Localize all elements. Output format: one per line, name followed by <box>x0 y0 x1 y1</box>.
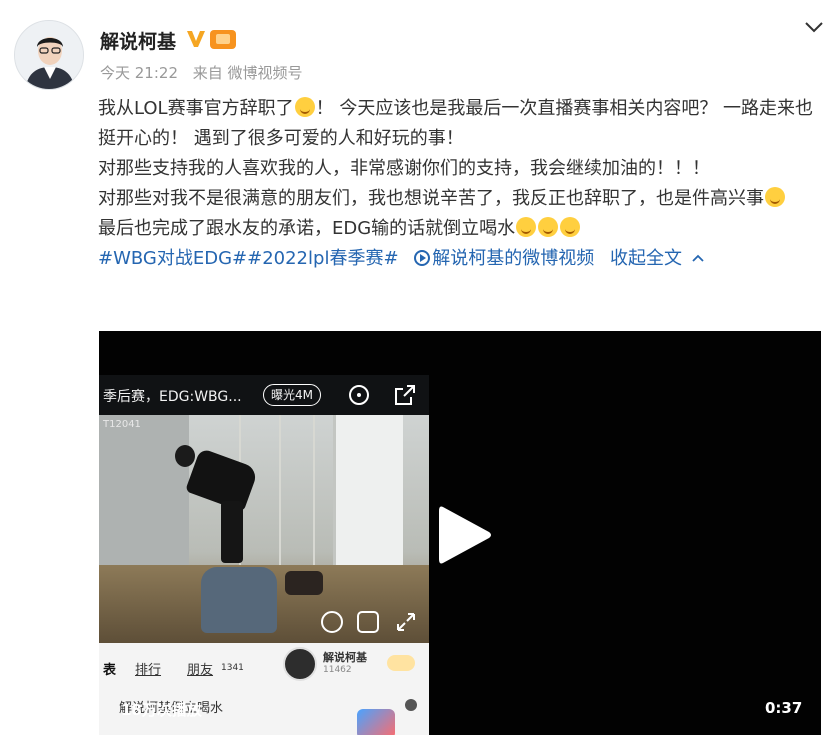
post-line-3: 对那些对我不是很满意的朋友们，我也想说辛苦了，我反正也辞职了，也是件高兴事 <box>98 184 820 214</box>
hashtag-link[interactable]: #WBG对战EDG##2022lpl春季赛# <box>98 248 399 269</box>
video-source-link[interactable]: 解说柯基的微博视频 <box>414 248 594 269</box>
author-avatar[interactable] <box>14 20 84 90</box>
emoji-tears-icon <box>560 217 581 237</box>
target-icon <box>349 385 369 405</box>
post-meta: 今天 21:22 来自 微博视频号 <box>100 62 313 83</box>
post-source[interactable]: 来自 微博视频号 <box>193 64 303 82</box>
gift-icon <box>357 709 395 735</box>
comment-bubble-icon <box>321 611 343 633</box>
video-player[interactable]: 季后赛，EDG:WBG... 曝光4M T12041 表 排行 朋友 1341 … <box>99 331 821 735</box>
inner-tab: 表 <box>103 663 117 678</box>
wall-panel <box>313 415 315 575</box>
inner-tab: 排行 <box>135 663 162 678</box>
share-icon <box>395 385 415 405</box>
author-name[interactable]: 解说柯基 <box>100 27 176 54</box>
inner-bottom-bar: 表 排行 朋友 1341 解说柯基 11462 解说柯基倒立喝水 <box>99 643 429 735</box>
emoji-laugh-icon <box>294 97 315 117</box>
mini-name: 解说柯基 <box>323 651 367 664</box>
emoji-tears-icon <box>516 217 537 237</box>
inner-watermark: T12041 <box>103 419 141 430</box>
post-text: 我从LOL赛事官方辞职了！ 今天应该也是我最后一次直播赛事相关内容吧？ 一路走来… <box>98 94 820 274</box>
post-time: 今天 21:22 <box>100 64 178 82</box>
emoji-laugh-icon <box>765 187 785 207</box>
post-tags-line: #WBG对战EDG##2022lpl春季赛# 解说柯基的微博视频 收起全文 <box>98 244 820 274</box>
emoji-tears-icon <box>538 217 559 237</box>
chair <box>201 567 277 633</box>
post-line-2: 对那些支持我的人喜欢我的人，非常感谢你们的支持，我会继续加油的！！！ <box>98 158 710 179</box>
chevron-down-icon[interactable] <box>804 20 824 34</box>
inner-title: 季后赛，EDG:WBG... <box>103 389 242 405</box>
inner-badge: 曝光4M <box>263 384 321 406</box>
wall-panel <box>279 415 281 575</box>
play-icon[interactable] <box>437 503 493 567</box>
inner-topbar: 季后赛，EDG:WBG... 曝光4M <box>99 375 429 415</box>
person-head <box>175 445 195 467</box>
mini-badge-icon <box>387 655 415 671</box>
inner-tab: 朋友 <box>187 663 214 678</box>
dot-icon <box>405 699 417 711</box>
room-scene: T12041 <box>99 415 429 643</box>
stool <box>285 571 323 595</box>
post-line-4: 最后也完成了跟水友的承诺，EDG输的话就倒立喝水 <box>98 214 820 244</box>
mini-sub: 11462 <box>323 665 352 675</box>
collapse-button[interactable]: 收起全文 <box>610 248 682 269</box>
level-badge-icon[interactable] <box>210 30 236 49</box>
person-legs <box>221 501 243 563</box>
chevron-up-icon[interactable] <box>692 252 704 264</box>
picture-in-picture-icon <box>357 611 379 633</box>
expand-icon <box>395 611 417 633</box>
inner-tab-count: 1341 <box>221 663 244 673</box>
mini-avatar <box>283 647 317 681</box>
play-circle-icon <box>414 250 431 266</box>
video-frame-screenshot: 季后赛，EDG:WBG... 曝光4M T12041 表 排行 朋友 1341 … <box>99 375 429 735</box>
video-duration: 0:37 <box>765 699 803 717</box>
view-count: 18万次播放 <box>121 701 202 719</box>
post-line-1: 我从LOL赛事官方辞职了！ 今天应该也是我最后一次直播赛事相关内容吧？ 一路走来… <box>98 97 814 149</box>
verified-v-icon <box>187 31 205 47</box>
